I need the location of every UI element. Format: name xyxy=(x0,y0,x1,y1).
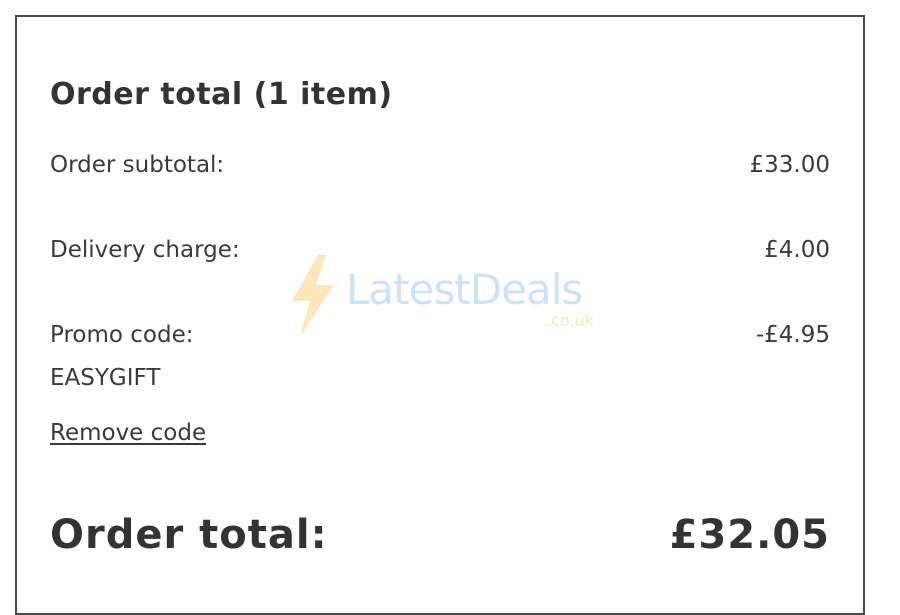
remove-code-link[interactable]: Remove code xyxy=(50,420,206,446)
promo-label: Promo code: xyxy=(50,322,194,348)
delivery-value: £4.00 xyxy=(764,237,830,263)
order-total-heading: Order total (1 item) xyxy=(50,77,393,112)
order-total-value: £32.05 xyxy=(669,512,830,558)
promo-discount-value: -£4.95 xyxy=(755,322,830,348)
promo-code-text: EASYGIFT xyxy=(50,365,161,391)
subtotal-value: £33.00 xyxy=(749,152,830,178)
order-total-label: Order total: xyxy=(50,512,328,558)
subtotal-label: Order subtotal: xyxy=(50,152,225,178)
delivery-label: Delivery charge: xyxy=(50,237,240,263)
